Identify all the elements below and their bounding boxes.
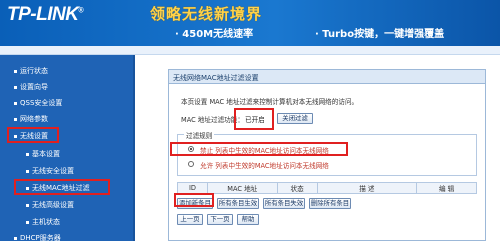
sidebar-item-network[interactable]: 网络参数	[14, 114, 48, 124]
bullet-icon	[14, 85, 17, 89]
col-edit: 编 辑	[416, 182, 477, 194]
prev-page-button[interactable]: 上一页	[177, 214, 203, 225]
sidebar-item-status[interactable]: 运行状态	[14, 66, 48, 76]
sidebar-item-basic[interactable]: 基本设置	[26, 149, 60, 159]
bullet-icon	[26, 169, 29, 173]
sidebar-item-setup-wizard[interactable]: 设置向导	[14, 82, 48, 92]
sidebar-menu: 运行状态 设置向导 QSS安全设置 网络参数 无线设置 基本设置 无线安全设置 …	[0, 55, 135, 243]
highlight-mac-filter-item	[14, 179, 110, 195]
help-button[interactable]: 帮助	[237, 214, 259, 225]
col-mac: MAC 地址	[206, 182, 278, 194]
bullet-icon	[26, 203, 29, 207]
tp-link-logo: TP-LINK®	[7, 4, 84, 25]
bullet-icon	[14, 69, 17, 73]
col-status: 状态	[276, 182, 318, 194]
col-description: 描 述	[316, 182, 418, 194]
sidebar-item-qss[interactable]: QSS安全设置	[14, 98, 62, 108]
speed-tagline: · 450M无线速率	[175, 29, 254, 40]
header-banner: TP-LINK® 领略无线新境界 · 450M无线速率 · Turbo按键，一键…	[0, 0, 500, 46]
highlight-deny-option	[170, 142, 348, 156]
allow-radio[interactable]	[188, 161, 194, 167]
bullet-icon	[14, 101, 17, 105]
bullet-icon	[26, 152, 29, 156]
sidebar-item-dhcp[interactable]: DHCP服务器	[14, 233, 61, 243]
highlight-wireless-settings	[7, 127, 59, 143]
allow-option-label: 允许 列表中生效的MAC地址访问本无线网络	[200, 162, 329, 170]
enable-all-button[interactable]: 所有条目生效	[217, 198, 259, 209]
col-id: ID	[177, 182, 208, 194]
mac-table-header: ID MAC 地址 状态 描 述 编 辑	[177, 182, 477, 194]
turbo-tagline: · Turbo按键，一键增强覆盖	[315, 29, 445, 40]
highlight-status-enabled	[234, 108, 274, 130]
delete-all-button[interactable]: 删除所有条目	[309, 198, 351, 209]
highlight-add-entry	[174, 193, 214, 207]
bullet-icon	[26, 220, 29, 224]
bullet-icon	[14, 117, 17, 121]
disable-all-button[interactable]: 所有条目失效	[263, 198, 305, 209]
filter-rules-legend: 过滤规则	[184, 130, 215, 140]
sidebar-item-advanced[interactable]: 无线高级设置	[26, 200, 74, 210]
sidebar-item-wireless-security[interactable]: 无线安全设置	[26, 166, 74, 176]
disable-filter-button[interactable]: 关闭过滤	[277, 113, 313, 124]
header-slogan: 领略无线新境界	[150, 5, 263, 23]
next-page-button[interactable]: 下一页	[207, 214, 233, 225]
header-subbar	[0, 46, 500, 55]
panel-title: 无线网络MAC地址过滤设置	[169, 70, 485, 84]
panel-description: 本页设置 MAC 地址过滤来控制计算机对本无线网络的访问。	[181, 98, 359, 106]
bullet-icon	[14, 236, 17, 240]
mac-table: ID MAC 地址 状态 描 述 编 辑	[177, 182, 477, 194]
sidebar-item-hosts[interactable]: 主机状态	[26, 217, 60, 227]
